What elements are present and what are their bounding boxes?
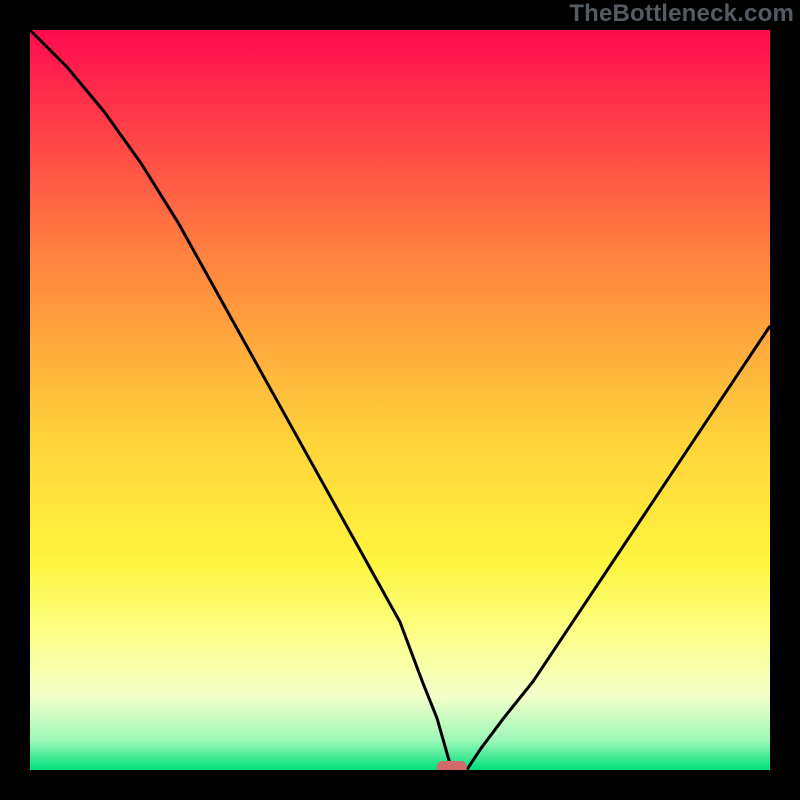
- plot-area: [30, 30, 770, 770]
- gradient-background: [30, 30, 770, 770]
- optimal-marker: [437, 761, 467, 770]
- chart-frame: TheBottleneck.com: [0, 0, 800, 800]
- bottleneck-plot: [30, 30, 770, 770]
- watermark-text: TheBottleneck.com: [569, 0, 794, 28]
